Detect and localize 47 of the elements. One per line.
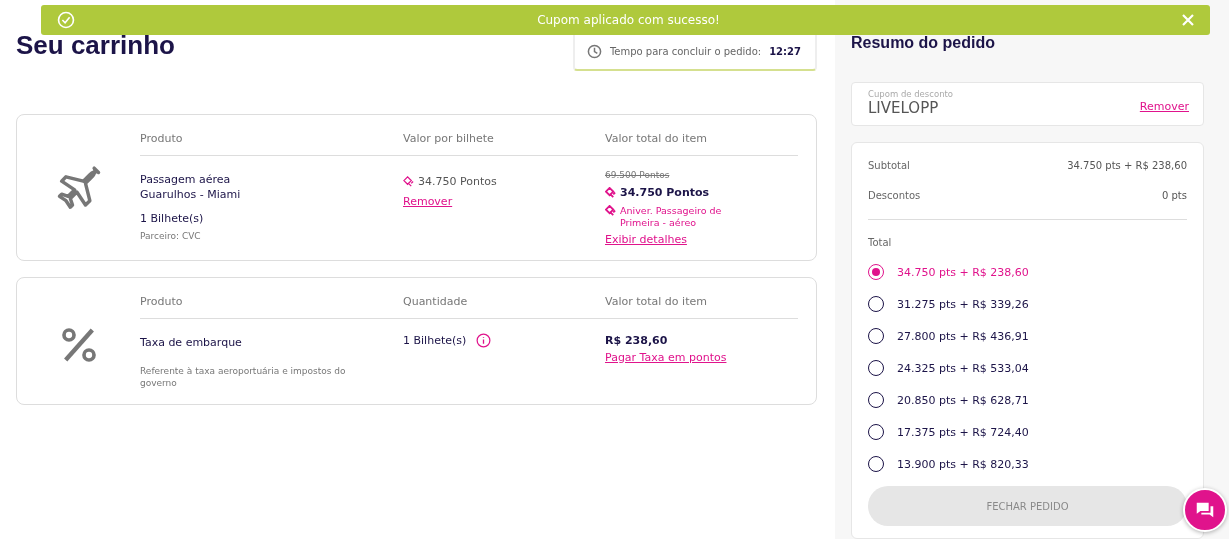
- summary-title: Resumo do pedido: [851, 34, 996, 52]
- points-icon: [605, 187, 616, 199]
- product-name: Taxa de embarque: [140, 335, 242, 351]
- summary-label: Subtotal: [868, 159, 910, 173]
- column-header: Produto: [140, 127, 403, 156]
- total-label: Total: [868, 236, 893, 250]
- product-name: Passagem aérea Guarulhos - Miami: [140, 172, 241, 203]
- column-header: Valor por bilhete: [403, 127, 605, 156]
- payment-option[interactable]: 20.850 pts + R$ 628,71: [868, 384, 1187, 416]
- details-link[interactable]: Pagar Taxa em pontos: [605, 350, 727, 364]
- item-total: R$ 238,60: [605, 333, 668, 349]
- toast-message: Cupom aplicado com sucesso!: [536, 13, 721, 27]
- summary-label: Descontos: [868, 189, 921, 203]
- page-title: Seu carrinho: [16, 30, 175, 61]
- old-total: 69.500 Pontos: [605, 170, 670, 180]
- ticket-quantity: 1 Bilhete(s): [140, 210, 204, 227]
- product-note: Referente à taxa aeroportuária e impostos do governo: [140, 364, 347, 390]
- unit-price: 34.750 Pontos: [418, 174, 497, 190]
- promo-label: Aniver. Passageiro de Primeira - aéreo: [620, 205, 723, 229]
- column-header: Valor total do item: [605, 290, 798, 320]
- column-header: Quantidade: [403, 290, 605, 320]
- ticket-quantity: 1 Bilhete(s): [403, 333, 467, 349]
- clock-icon: [586, 44, 602, 59]
- item-total: 34.750 Pontos: [620, 185, 710, 201]
- coupon-field[interactable]: Cupom de desconto LIVELOPP Remover: [851, 82, 1204, 126]
- column-header: Valor total do item: [605, 127, 798, 156]
- payment-option[interactable]: 24.325 pts + R$ 533,04: [868, 352, 1187, 384]
- payment-option[interactable]: 27.800 pts + R$ 436,91: [868, 320, 1187, 352]
- points-icon: [605, 205, 616, 217]
- summary-value: 34.750 pts + R$ 238,60: [1067, 159, 1187, 173]
- payment-option[interactable]: 13.900 pts + R$ 820,33: [868, 448, 1187, 480]
- coupon-code: LIVELOPP: [868, 99, 940, 117]
- product-note: Parceiro: CVC: [140, 230, 201, 243]
- timer-value: 12:27: [769, 46, 801, 57]
- column-header: Produto: [140, 290, 403, 320]
- check-circle-icon: [57, 11, 75, 29]
- payment-option[interactable]: 34.750 pts + R$ 238,60: [868, 256, 1187, 288]
- info-icon[interactable]: [476, 333, 492, 349]
- points-icon: [403, 176, 414, 188]
- timer-label: Tempo para concluir o pedido:: [609, 46, 762, 57]
- details-link[interactable]: Exibir detalhes: [605, 233, 687, 247]
- remove-coupon-link[interactable]: Remover: [1139, 100, 1189, 113]
- summary-value: 0 pts: [1161, 189, 1187, 203]
- payment-option[interactable]: 31.275 pts + R$ 339,26: [868, 288, 1187, 320]
- remove-link[interactable]: Remover: [403, 195, 453, 209]
- coupon-label: Cupom de desconto: [868, 89, 954, 99]
- payment-option[interactable]: 17.375 pts + R$ 724,40: [868, 416, 1187, 448]
